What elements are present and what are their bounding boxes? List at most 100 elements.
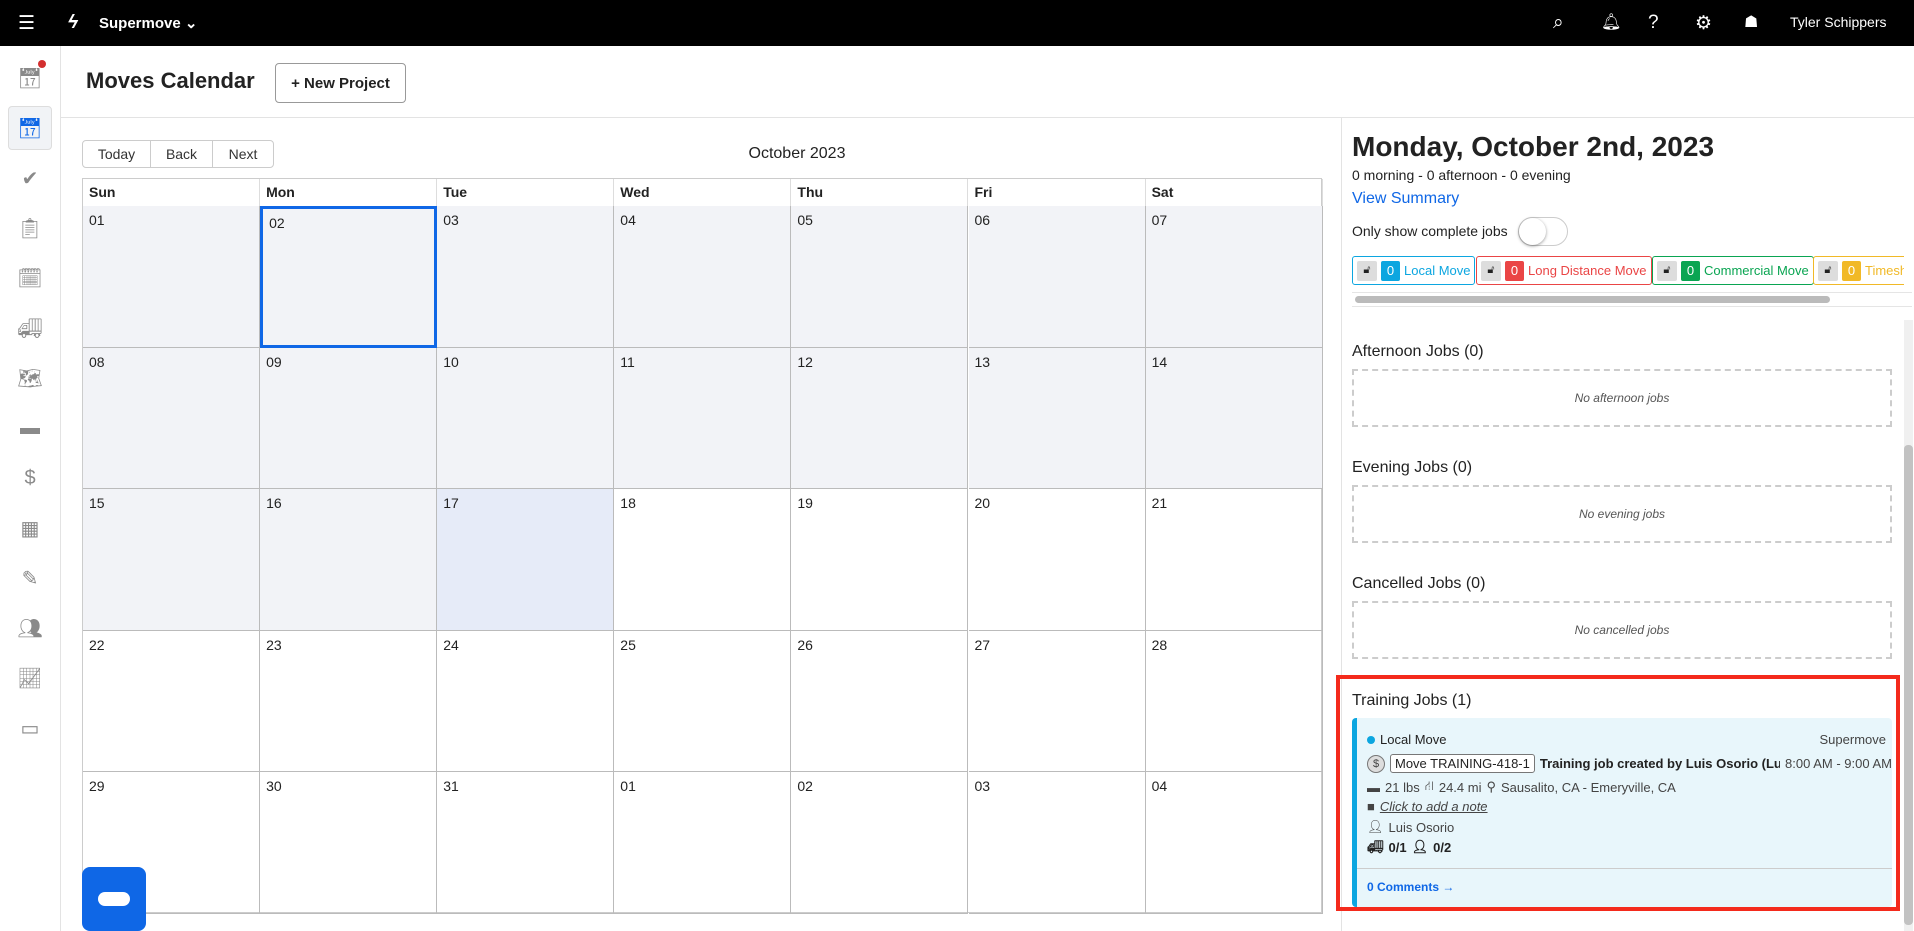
org-name: Supermove <box>99 15 181 32</box>
calculator-icon[interactable]: ▦ <box>8 506 52 550</box>
day-header-wed: Wed <box>614 179 792 206</box>
calendar-day-cell[interactable]: 04 <box>1145 772 1323 914</box>
truck-icon[interactable]: 🚚︎ <box>8 306 52 350</box>
job-weight: 21 lbs <box>1385 779 1420 795</box>
day-number: 11 <box>620 354 635 370</box>
lock-icon[interactable]: 🔓︎ <box>1818 260 1838 281</box>
filter-local-move[interactable]: 🔓︎ 0 Local Move <box>1352 256 1476 285</box>
day-number: 05 <box>797 212 813 228</box>
box-icon: ▬ <box>1367 779 1380 795</box>
calendar-day-cell[interactable]: 22 <box>83 631 261 772</box>
back-button[interactable]: Back <box>150 140 213 168</box>
money-edit-icon[interactable]: ✎ <box>8 556 52 600</box>
panel-scrollbar[interactable] <box>1904 320 1913 931</box>
org-switcher[interactable]: Supermove ⌄ <box>99 14 197 32</box>
job-id-badge[interactable]: Move TRAINING-418-1 <box>1390 754 1535 773</box>
calendar-day-cell[interactable]: 20 <box>968 489 1146 631</box>
calendar-day-cell[interactable]: 25 <box>614 631 792 772</box>
day-number: 19 <box>797 495 813 511</box>
calendar-day-cell[interactable]: 13 <box>968 348 1146 489</box>
calendar-day-cell[interactable]: 09 <box>260 348 438 489</box>
calendar-day-cell[interactable]: 14 <box>1145 348 1323 489</box>
chat-button[interactable] <box>82 867 146 931</box>
calendar-day-cell[interactable]: 06 <box>968 206 1146 348</box>
job-distance: 24.4 mi <box>1438 779 1482 795</box>
calendar-day-cell[interactable]: 02 <box>260 206 438 348</box>
calendar-day-cell[interactable]: 05 <box>791 206 969 348</box>
calendar-day-cell[interactable]: 27 <box>968 631 1146 772</box>
calendar-day-cell[interactable]: 01 <box>614 772 792 914</box>
calendar-day-cell[interactable]: 08 <box>83 348 261 489</box>
filter-long-distance-move[interactable]: 🔓︎ 0 Long Distance Move <box>1476 256 1652 285</box>
notification-dot <box>38 60 46 68</box>
filter-label: Local Move <box>1404 263 1471 278</box>
job-card[interactable]: Local Move Supermove $ Move TRAINING-418… <box>1352 718 1892 907</box>
calendar-day-cell[interactable]: 21 <box>1145 489 1323 631</box>
calendar-day-cell[interactable]: 03 <box>968 772 1146 914</box>
day-number: 12 <box>797 354 813 370</box>
today-button[interactable]: Today <box>82 140 151 168</box>
calendar-day-cell[interactable]: 01 <box>83 206 261 348</box>
job-time: 8:00 AM - 9:00 AM <box>1785 756 1892 771</box>
calendar-day-cell[interactable]: 10 <box>437 348 615 489</box>
calendar-day-cell[interactable]: 28 <box>1145 631 1323 772</box>
clipboard-icon[interactable]: 📋︎ <box>8 206 52 250</box>
calendar-day-cell[interactable]: 12 <box>791 348 969 489</box>
lock-icon[interactable]: 🔓︎ <box>1481 260 1501 281</box>
day-number: 31 <box>443 778 459 794</box>
day-number: 29 <box>89 778 105 794</box>
calendar-day-cell[interactable]: 19 <box>791 489 969 631</box>
calendar-day-cell[interactable]: 24 <box>437 631 615 772</box>
lock-icon[interactable]: 🔓︎ <box>1357 260 1377 281</box>
add-note-link[interactable]: Click to add a note <box>1380 799 1488 814</box>
filter-commercial-move[interactable]: 🔓︎ 0 Commercial Move <box>1652 256 1814 285</box>
check-circle-icon[interactable]: ✔ <box>8 156 52 200</box>
filter-timesheet[interactable]: 🔓︎0Timesheet <box>1813 256 1904 285</box>
calendar-day-cell[interactable]: 18 <box>614 489 792 631</box>
calendar-day-cell[interactable]: 04 <box>614 206 792 348</box>
day-header-sun: Sun <box>83 179 261 206</box>
lock-icon[interactable]: 🔓︎ <box>1657 260 1677 281</box>
calendar-day-cell[interactable]: 17 <box>437 489 615 631</box>
calendar-day-cell[interactable]: 16 <box>260 489 438 631</box>
calendar-day-cell[interactable]: 02 <box>791 772 969 914</box>
menu-icon[interactable]: ☰ <box>18 12 35 35</box>
calendar-day-cell[interactable]: 07 <box>1145 206 1323 348</box>
filter-label: Long Distance Move <box>1528 263 1647 278</box>
filter-count: 0 <box>1381 260 1400 281</box>
calendar-day-cell[interactable]: 03 <box>437 206 615 348</box>
filter-count: 0 <box>1505 260 1524 281</box>
box-icon[interactable]: ▬ <box>8 406 52 450</box>
calendar-day-cell[interactable]: 11 <box>614 348 792 489</box>
comments-link[interactable]: 0 Comments → <box>1367 880 1454 894</box>
calendar-day-cell[interactable]: 26 <box>791 631 969 772</box>
job-company: Supermove <box>1819 732 1886 747</box>
calendar-day-cell[interactable]: 23 <box>260 631 438 772</box>
next-button[interactable]: Next <box>212 140 274 168</box>
calendar-day-cell[interactable]: 31 <box>437 772 615 914</box>
job-title[interactable]: Training job created by Luis Osorio (Lui… <box>1540 756 1780 771</box>
truck-icon: 🚚︎ <box>1367 839 1384 854</box>
day-number: 01 <box>620 778 636 794</box>
calendar-day-cell[interactable]: 15 <box>83 489 261 631</box>
new-project-button[interactable]: + New Project <box>275 63 406 103</box>
filter-scrollbar[interactable] <box>1352 292 1912 307</box>
chart-line-icon[interactable]: 📈︎ <box>8 656 52 700</box>
calendar-day-cell[interactable]: 30 <box>260 772 438 914</box>
cancelled-empty: No cancelled jobs <box>1352 601 1892 659</box>
calendar-check-icon[interactable]: 📅︎ <box>8 56 52 100</box>
calendar-clock-icon[interactable]: 🗓︎ <box>8 256 52 300</box>
day-number: 13 <box>974 354 991 370</box>
mover-count: 0/2 <box>1433 839 1452 855</box>
day-header-tue: Tue <box>437 179 615 206</box>
day-number: 20 <box>974 495 991 511</box>
day-number: 09 <box>266 354 282 370</box>
day-number: 15 <box>89 495 105 511</box>
map-icon[interactable]: 🗺︎ <box>8 356 52 400</box>
day-number: 04 <box>1151 778 1168 794</box>
calendar-check-active-icon[interactable]: 📅︎ <box>8 106 52 150</box>
users-icon[interactable]: 👥︎ <box>8 606 52 650</box>
credit-card-icon[interactable]: ▭ <box>8 706 52 750</box>
dollar-icon[interactable]: $ <box>8 456 52 500</box>
pin-icon: ⚲ <box>1486 779 1497 794</box>
